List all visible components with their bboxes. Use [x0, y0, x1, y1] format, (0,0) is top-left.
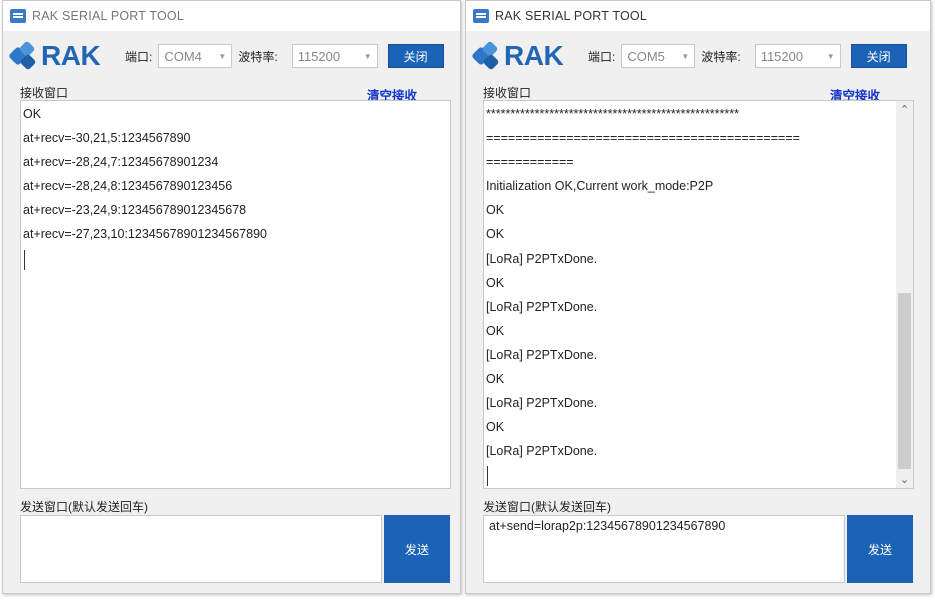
chevron-down-icon[interactable]: ▼ — [822, 45, 840, 67]
port-label: 端口: — [588, 49, 616, 64]
port-value: COM4 — [164, 48, 202, 64]
baud-label: 波特率: — [238, 49, 278, 64]
baud-select[interactable]: 115200 ▼ — [754, 44, 841, 68]
recv-line: OK — [486, 275, 505, 290]
rak-logo: RAK — [8, 40, 115, 72]
recv-line: OK — [486, 203, 505, 218]
recv-window-label: 接收窗口 — [20, 86, 69, 100]
rak-logo-icon — [8, 40, 37, 71]
rak-logo: RAK — [471, 40, 578, 72]
send-window-label: 发送窗口(默认发送回车) — [483, 500, 611, 514]
port-label: 端口: — [125, 49, 153, 64]
recv-line: [LoRa] P2PTxDone. — [486, 299, 598, 314]
recv-line: [LoRa] P2PTxDone. — [486, 347, 598, 362]
scroll-up-button[interactable]: ⌃ — [896, 101, 913, 118]
toolbar: RAK 端口: COM4 ▼ 波特率: 115200 ▼ 关闭 — [3, 31, 460, 81]
send-button[interactable]: 发送 — [847, 515, 913, 583]
title-bar[interactable]: RAK SERIAL PORT TOOL — [466, 1, 930, 31]
recv-line: at+recv=-28,24,8:1234567890123456 — [23, 179, 233, 194]
recv-lines: ****************************************… — [484, 101, 913, 487]
send-window-label: 发送窗口(默认发送回车) — [20, 500, 148, 514]
port-select[interactable]: COM4 ▼ — [158, 44, 233, 68]
scroll-down-button[interactable]: ⌄ — [896, 471, 913, 488]
close-port-button[interactable]: 关闭 — [850, 44, 907, 68]
recv-line: OK — [486, 323, 505, 338]
rak-logo-icon — [471, 40, 500, 71]
recv-lines: OK at+recv=-30,21,5:1234567890 at+recv=-28… — [21, 101, 450, 270]
baud-label: 波特率: — [701, 49, 741, 64]
recv-line: ============ — [486, 155, 574, 170]
recv-textarea[interactable]: ****************************************… — [483, 100, 914, 489]
text-cursor — [24, 249, 25, 270]
recv-line: OK — [486, 227, 505, 242]
send-textarea[interactable]: at+send=lorap2p:12345678901234567890 — [483, 515, 845, 583]
scrollbar-thumb[interactable] — [898, 293, 911, 469]
recv-line: at+recv=-28,24,7:12345678901234 — [23, 155, 219, 170]
recv-line: Initialization OK,Current work_mode:P2P — [486, 179, 714, 194]
chevron-down-icon[interactable]: ▼ — [359, 45, 377, 67]
baud-value: 115200 — [760, 48, 804, 64]
title-bar[interactable]: RAK SERIAL PORT TOOL — [3, 1, 460, 31]
window-title: RAK SERIAL PORT TOOL — [495, 9, 647, 23]
serial-window-com5: RAK SERIAL PORT TOOL RAK 端口: COM5 ▼ 波特率:… — [465, 0, 931, 594]
logo-text: RAK — [504, 40, 564, 71]
recv-line: OK — [486, 420, 505, 435]
recv-line: at+recv=-23,24,9:123456789012345678 — [23, 203, 247, 218]
recv-line: OK — [23, 107, 42, 121]
recv-textarea[interactable]: OK at+recv=-30,21,5:1234567890 at+recv=-28… — [20, 100, 451, 489]
recv-line: ****************************************… — [486, 107, 739, 121]
toolbar: RAK 端口: COM5 ▼ 波特率: 115200 ▼ 关闭 — [466, 31, 930, 81]
port-select[interactable]: COM5 ▼ — [621, 44, 696, 68]
recv-line: at+recv=-30,21,5:1234567890 — [23, 131, 191, 146]
recv-line: ========================================… — [486, 131, 800, 146]
chevron-down-icon[interactable]: ▼ — [676, 45, 694, 67]
window-title: RAK SERIAL PORT TOOL — [32, 9, 184, 23]
vertical-scrollbar[interactable]: ⌃ ⌄ — [896, 101, 913, 488]
send-textarea[interactable] — [20, 515, 382, 583]
app-icon — [10, 9, 26, 23]
close-port-button[interactable]: 关闭 — [387, 44, 444, 68]
logo-text: RAK — [41, 40, 101, 71]
chevron-down-icon[interactable]: ▼ — [213, 45, 231, 67]
baud-value: 115200 — [297, 48, 341, 64]
send-button[interactable]: 发送 — [384, 515, 450, 583]
baud-select[interactable]: 115200 ▼ — [291, 44, 378, 68]
serial-window-com4: RAK SERIAL PORT TOOL RAK 端口: COM4 ▼ 波特率:… — [2, 0, 461, 594]
text-cursor — [487, 466, 488, 487]
recv-line: [LoRa] P2PTxDone. — [486, 444, 598, 459]
port-value: COM5 — [627, 48, 665, 64]
recv-line: OK — [486, 372, 505, 387]
app-icon — [473, 9, 489, 23]
recv-line: at+recv=-27,23,10:12345678901234567890 — [23, 227, 267, 242]
recv-window-label: 接收窗口 — [483, 86, 532, 100]
recv-line: [LoRa] P2PTxDone. — [486, 396, 598, 411]
recv-line: [LoRa] P2PTxDone. — [486, 251, 598, 266]
